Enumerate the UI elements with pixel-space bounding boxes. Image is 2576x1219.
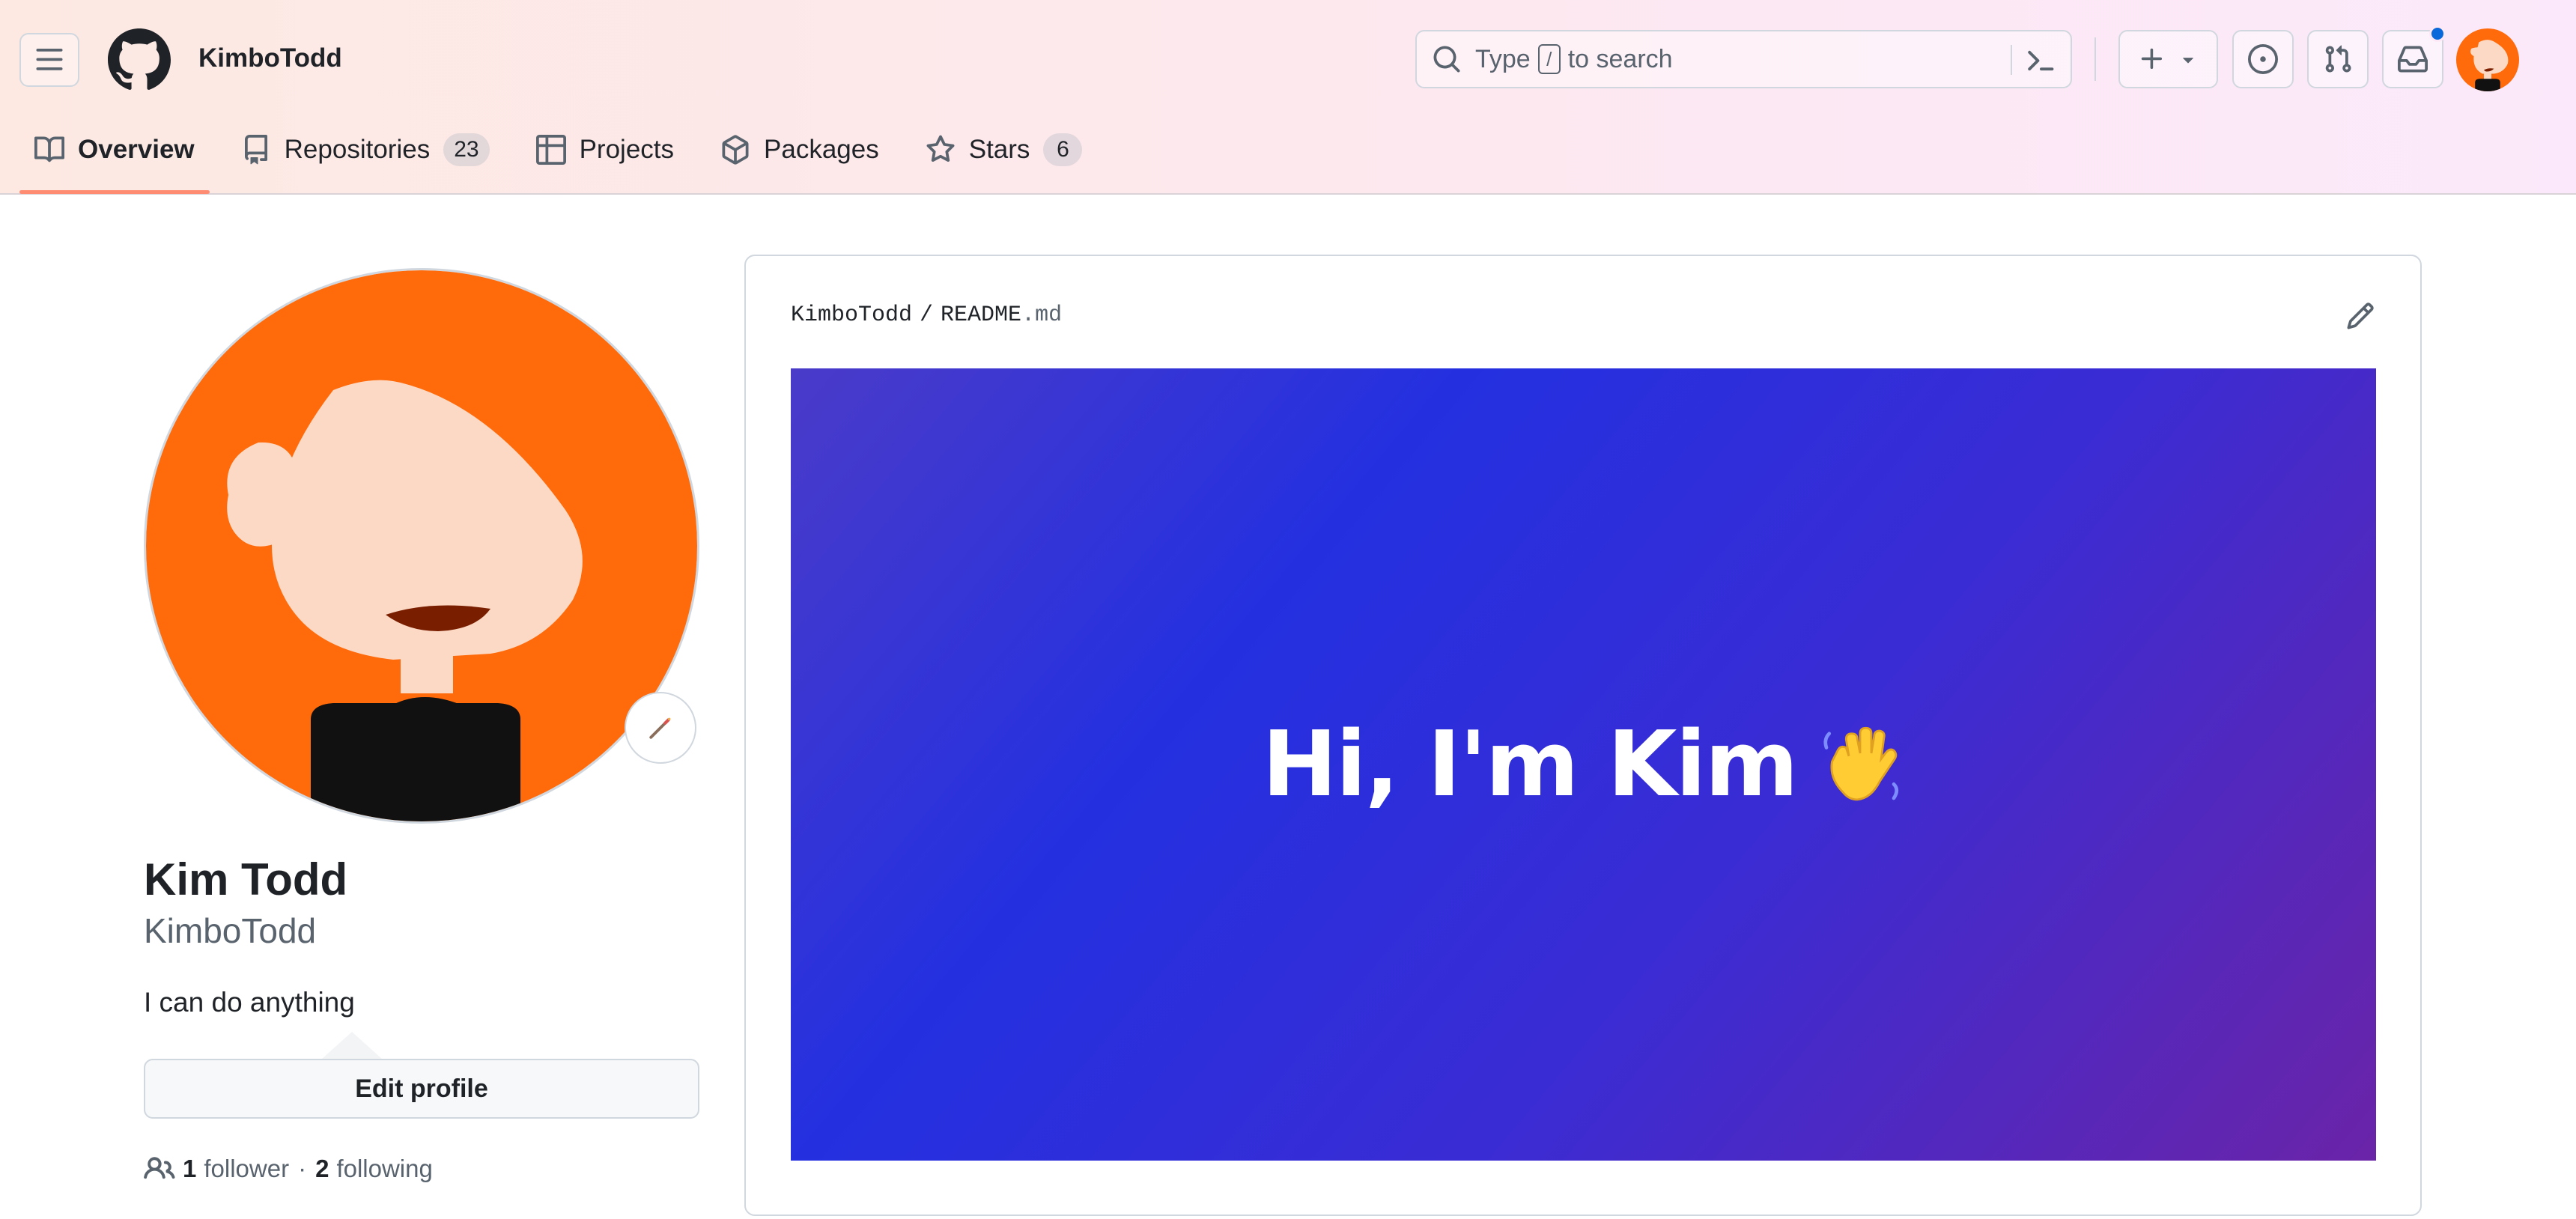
search-icon — [1433, 46, 1460, 73]
tab-packages[interactable]: Packages — [705, 120, 894, 180]
inbox-icon — [2398, 46, 2428, 73]
repo-icon — [244, 135, 267, 165]
notification-indicator — [2429, 25, 2446, 42]
pencil-icon[interactable] — [2345, 301, 2375, 331]
following-link[interactable]: 2 following — [315, 1155, 433, 1183]
tab-label: Overview — [78, 135, 195, 164]
tab-label: Stars — [968, 135, 1030, 164]
triangle-down-icon — [2182, 58, 2193, 64]
following-label: following — [336, 1155, 433, 1182]
profile-full-name: Kim Todd — [144, 854, 348, 905]
followers-count: 1 — [183, 1155, 197, 1182]
readme-file-base: README — [941, 303, 1022, 328]
tab-label: Projects — [579, 135, 675, 164]
create-new-button[interactable] — [2118, 30, 2218, 88]
path-separator: / — [920, 303, 934, 328]
magic-wand-icon — [649, 717, 671, 739]
stars-count-badge: 6 — [1043, 133, 1083, 166]
follow-stats: 1 follower · 2 following — [144, 1153, 433, 1185]
followers-label: follower — [204, 1155, 290, 1182]
bio-tooltip-notch — [322, 1032, 382, 1059]
profile-tabs: Overview Repositories 23 Projects Packag… — [19, 120, 1114, 195]
plus-icon — [2141, 48, 2162, 70]
profile-username: KimboTodd — [144, 911, 317, 950]
avatar-illustration — [146, 270, 697, 821]
tab-label: Repositories — [284, 135, 431, 164]
tab-projects[interactable]: Projects — [521, 120, 689, 180]
readme-banner-image: Hi, I'm Kim — [791, 368, 2376, 1161]
people-icon — [144, 1157, 175, 1179]
header-divider — [2094, 37, 2096, 81]
tab-overview[interactable]: Overview — [19, 120, 210, 194]
followers-link[interactable]: 1 follower — [183, 1155, 289, 1183]
issues-button[interactable] — [2232, 30, 2294, 88]
tab-stars[interactable]: Stars 6 — [911, 120, 1098, 180]
waving-hand-icon — [1823, 726, 1898, 801]
global-header: KimboTodd Type / to search Overview Repo… — [0, 0, 2576, 195]
table-icon — [535, 135, 566, 165]
pull-requests-button[interactable] — [2307, 30, 2369, 88]
star-icon — [926, 135, 955, 162]
profile-bio: I can do anything — [144, 987, 355, 1018]
command-palette-icon[interactable] — [2024, 45, 2056, 76]
following-count: 2 — [315, 1155, 329, 1182]
profile-avatar[interactable] — [144, 268, 699, 824]
user-avatar-button[interactable] — [2456, 28, 2519, 91]
book-icon — [34, 136, 64, 162]
package-icon — [722, 135, 749, 165]
menu-button[interactable] — [19, 33, 79, 87]
search-divider — [2011, 45, 2012, 75]
readme-path: KimboTodd / README.md — [791, 303, 1062, 328]
readme-owner-link[interactable]: KimboTodd — [791, 303, 912, 328]
github-octocat-icon[interactable] — [108, 28, 171, 91]
search-shortcut-key: / — [1537, 44, 1561, 74]
issue-opened-icon — [2248, 44, 2278, 74]
banner-greeting: Hi, I'm Kim — [1262, 712, 1798, 817]
edit-profile-button[interactable]: Edit profile — [144, 1059, 699, 1119]
tab-label: Packages — [764, 135, 879, 164]
set-status-button[interactable] — [625, 692, 696, 764]
search-placeholder-after: to search — [1567, 44, 1673, 73]
tab-repositories[interactable]: Repositories 23 — [226, 120, 505, 180]
profile-readme-card: KimboTodd / README.md Hi, I'm Kim — [744, 255, 2422, 1216]
context-owner-name[interactable]: KimboTodd — [198, 43, 342, 73]
readme-file-link[interactable]: README.md — [941, 303, 1062, 328]
follow-separator: · — [298, 1155, 307, 1182]
search-placeholder-before: Type — [1475, 44, 1531, 73]
git-pull-request-icon — [2325, 45, 2351, 73]
readme-file-ext: .md — [1021, 303, 1063, 328]
search-placeholder: Type / to search — [1475, 44, 1673, 74]
hamburger-menu-icon — [36, 49, 63, 70]
repositories-count-badge: 23 — [443, 133, 490, 166]
search-input[interactable]: Type / to search — [1415, 30, 2072, 88]
avatar — [2456, 28, 2519, 91]
